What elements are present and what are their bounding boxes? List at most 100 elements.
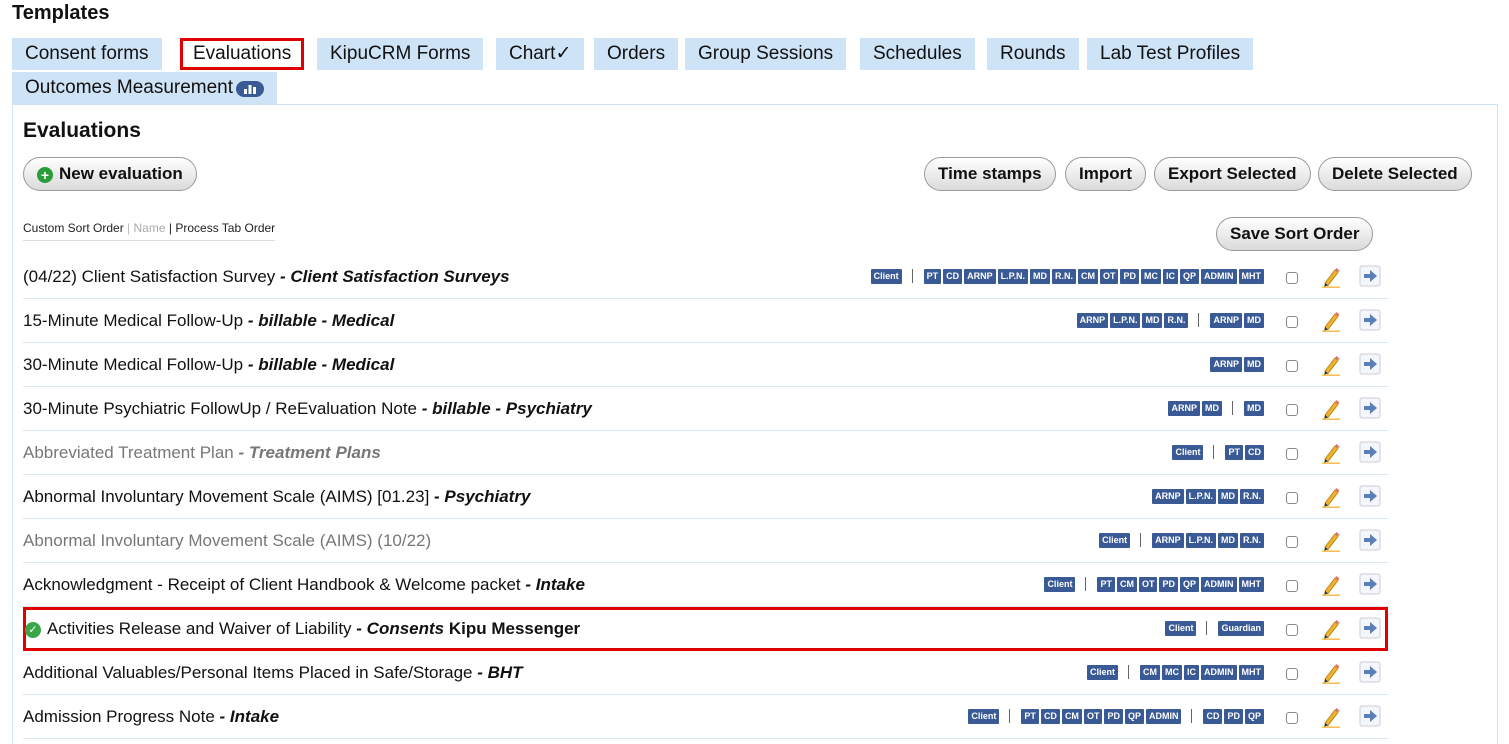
table-row[interactable]: Abnormal Involuntary Movement Scale (AIM… — [23, 519, 1388, 563]
select-checkbox[interactable] — [1286, 712, 1298, 724]
pencil-icon[interactable] — [1320, 574, 1342, 596]
role-badge: ARNP — [1152, 488, 1184, 504]
table-row[interactable]: 30-Minute Psychiatric FollowUp / ReEvalu… — [23, 387, 1388, 431]
import-button[interactable]: Import — [1065, 157, 1146, 191]
pencil-icon[interactable] — [1320, 310, 1342, 332]
tab-kipucrm-forms[interactable]: KipuCRM Forms — [317, 38, 484, 70]
arrow-right-icon[interactable] — [1359, 617, 1381, 639]
role-badge: MD — [1218, 488, 1238, 504]
evaluation-title[interactable]: (04/22) Client Satisfaction Survey - Cli… — [23, 255, 510, 299]
role-badge: PT — [923, 268, 942, 284]
arrow-right-icon[interactable] — [1359, 441, 1381, 463]
role-badges: ARNP MD MD — [1166, 399, 1264, 417]
arrow-right-icon[interactable] — [1359, 485, 1381, 507]
evaluation-title[interactable]: ✓ Activities Release and Waiver of Liabil… — [25, 607, 580, 651]
evaluation-title[interactable]: Abbreviated Treatment Plan - Treatment P… — [23, 431, 381, 475]
arrow-right-icon[interactable] — [1359, 353, 1381, 375]
pencil-icon[interactable] — [1320, 618, 1342, 640]
pencil-icon[interactable] — [1320, 354, 1342, 376]
sort-separator: | — [127, 221, 131, 235]
role-badge: ADMIN — [1201, 664, 1237, 680]
role-badge: ARNP — [1076, 312, 1109, 328]
role-divider — [1198, 313, 1200, 327]
evaluation-title[interactable]: 15-Minute Medical Follow-Up - billable -… — [23, 299, 394, 343]
tab-chart[interactable]: Chart✓ — [496, 38, 585, 70]
select-checkbox[interactable] — [1286, 668, 1298, 680]
table-row[interactable]: Abnormal Involuntary Movement Scale (AIM… — [23, 475, 1388, 519]
role-badge: ADMIN — [1145, 708, 1182, 724]
pencil-icon[interactable] — [1320, 706, 1342, 728]
select-checkbox[interactable] — [1286, 316, 1298, 328]
arrow-right-icon[interactable] — [1359, 529, 1381, 551]
tab-outcomes-label: Outcomes Measurement — [25, 77, 234, 98]
role-divider — [1213, 445, 1215, 459]
select-checkbox[interactable] — [1286, 492, 1298, 504]
role-badge: ARNP — [1210, 312, 1242, 328]
page-title: Templates — [12, 2, 110, 24]
arrow-right-icon[interactable] — [1359, 705, 1381, 727]
evaluation-category: - Psychiatry — [429, 487, 531, 506]
table-row[interactable]: Acknowledgment - Receipt of Client Handb… — [23, 563, 1388, 607]
evaluation-title[interactable]: Abnormal Involuntary Movement Scale (AIM… — [23, 519, 431, 563]
arrow-right-icon[interactable] — [1359, 397, 1381, 419]
pencil-icon[interactable] — [1320, 398, 1342, 420]
evaluation-title[interactable]: Acknowledgment - Receipt of Client Handb… — [23, 563, 585, 607]
role-badges: Client PT CD CM OT PD QP ADMIN CD PD QP — [966, 707, 1264, 725]
arrow-right-icon[interactable] — [1359, 573, 1381, 595]
table-row[interactable]: 30-Minute Medical Follow-Up - billable -… — [23, 343, 1388, 387]
tab-lab-test-profiles[interactable]: Lab Test Profiles — [1087, 38, 1254, 70]
evaluation-title[interactable]: 30-Minute Medical Follow-Up - billable -… — [23, 343, 394, 387]
tab-orders[interactable]: Orders — [594, 38, 679, 70]
select-checkbox[interactable] — [1286, 404, 1298, 416]
time-stamps-button[interactable]: Time stamps — [924, 157, 1056, 191]
tab-schedules[interactable]: Schedules — [860, 38, 975, 70]
arrow-right-icon[interactable] — [1359, 265, 1381, 287]
select-checkbox[interactable] — [1286, 448, 1298, 460]
select-checkbox[interactable] — [1286, 536, 1298, 548]
table-row[interactable]: (04/22) Client Satisfaction Survey - Cli… — [23, 255, 1388, 299]
select-checkbox[interactable] — [1286, 360, 1298, 372]
evaluation-title[interactable]: Additional Valuables/Personal Items Plac… — [23, 651, 523, 695]
evaluation-title[interactable]: Admission Progress Note - Intake — [23, 695, 279, 739]
role-badge: MD — [1142, 312, 1163, 328]
tab-outcomes-measurement[interactable]: Outcomes Measurement — [12, 72, 278, 104]
table-row[interactable]: Abbreviated Treatment Plan - Treatment P… — [23, 431, 1388, 475]
table-row[interactable]: 15-Minute Medical Follow-Up - billable -… — [23, 299, 1388, 343]
role-badge: Client — [1172, 444, 1204, 460]
role-badge: PT — [1225, 444, 1243, 460]
pencil-icon[interactable] — [1320, 266, 1342, 288]
evaluation-category: - BHT — [472, 663, 523, 682]
arrow-right-icon[interactable] — [1359, 309, 1381, 331]
role-badges: Client Guardian — [1163, 619, 1264, 637]
evaluation-name: Additional Valuables/Personal Items Plac… — [23, 663, 473, 682]
pencil-icon[interactable] — [1320, 442, 1342, 464]
table-row[interactable]: Additional Valuables/Personal Items Plac… — [23, 651, 1388, 695]
save-sort-order-button[interactable]: Save Sort Order — [1216, 217, 1374, 251]
select-checkbox[interactable] — [1286, 272, 1298, 284]
evaluation-title[interactable]: Abnormal Involuntary Movement Scale (AIM… — [23, 475, 530, 519]
sort-name-link[interactable]: Name — [134, 221, 166, 235]
tab-evaluations[interactable]: Evaluations — [180, 38, 305, 70]
pencil-icon[interactable] — [1320, 662, 1342, 684]
pencil-icon[interactable] — [1320, 486, 1342, 508]
delete-selected-button[interactable]: Delete Selected — [1318, 157, 1472, 191]
role-badge: MD — [1029, 268, 1050, 284]
sort-process-tab-link[interactable]: Process Tab Order — [175, 221, 275, 235]
select-checkbox[interactable] — [1286, 624, 1298, 636]
select-checkbox[interactable] — [1286, 580, 1298, 592]
tab-group-sessions[interactable]: Group Sessions — [685, 38, 847, 70]
table-row[interactable]: ✓ Activities Release and Waiver of Liabil… — [23, 607, 1388, 651]
sort-custom-link[interactable]: Custom Sort Order — [23, 221, 124, 235]
tab-rounds[interactable]: Rounds — [987, 38, 1079, 70]
role-badge: CM — [1116, 576, 1137, 592]
tab-consent-forms[interactable]: Consent forms — [12, 38, 162, 70]
evaluation-title[interactable]: 30-Minute Psychiatric FollowUp / ReEvalu… — [23, 387, 592, 431]
evaluation-category: - Client Satisfaction Surveys — [275, 267, 510, 286]
evaluation-category: - billable - Psychiatry — [421, 399, 592, 418]
pencil-icon[interactable] — [1320, 530, 1342, 552]
arrow-right-icon[interactable] — [1359, 661, 1381, 683]
new-evaluation-button[interactable]: + New evaluation — [23, 157, 197, 191]
export-selected-button[interactable]: Export Selected — [1154, 157, 1311, 191]
role-divider — [1206, 621, 1208, 635]
table-row[interactable]: Admission Progress Note - Intake Client PT… — [23, 695, 1388, 739]
